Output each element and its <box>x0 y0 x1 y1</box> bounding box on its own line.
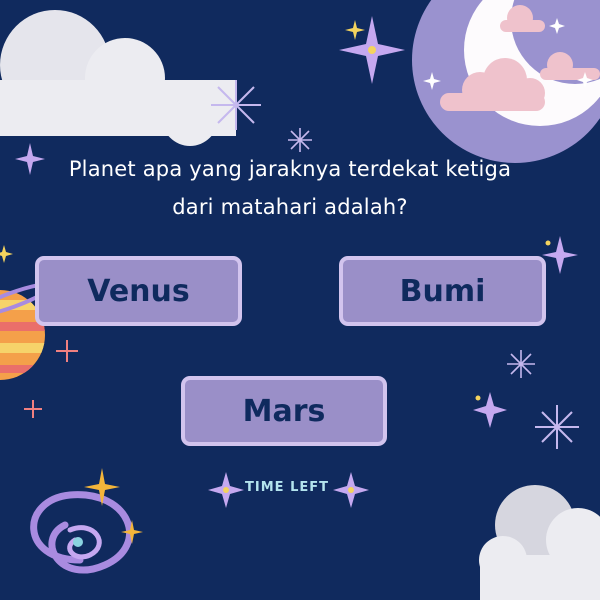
sparkle-star-icon <box>288 128 312 152</box>
answer-label: Bumi <box>399 273 486 309</box>
sparkle-star-icon <box>211 80 261 130</box>
answer-option-bumi[interactable]: Bumi <box>339 256 546 326</box>
question-line-1: Planet apa yang jaraknya terdekat ketiga <box>68 157 512 181</box>
answer-label: Mars <box>242 393 326 429</box>
answer-option-venus[interactable]: Venus <box>35 256 242 326</box>
timer-label: TIME LEFT <box>245 480 329 495</box>
quiz-screen: Planet apa yang jaraknya terdekat ketiga… <box>0 0 600 600</box>
answer-label: Venus <box>87 273 190 309</box>
answer-option-mars[interactable]: Mars <box>181 376 387 446</box>
sparkle-star-icon <box>507 350 535 378</box>
question-line-2: dari matahari adalah? <box>172 195 408 219</box>
question-text: Planet apa yang jaraknya terdekat ketiga… <box>10 150 570 226</box>
